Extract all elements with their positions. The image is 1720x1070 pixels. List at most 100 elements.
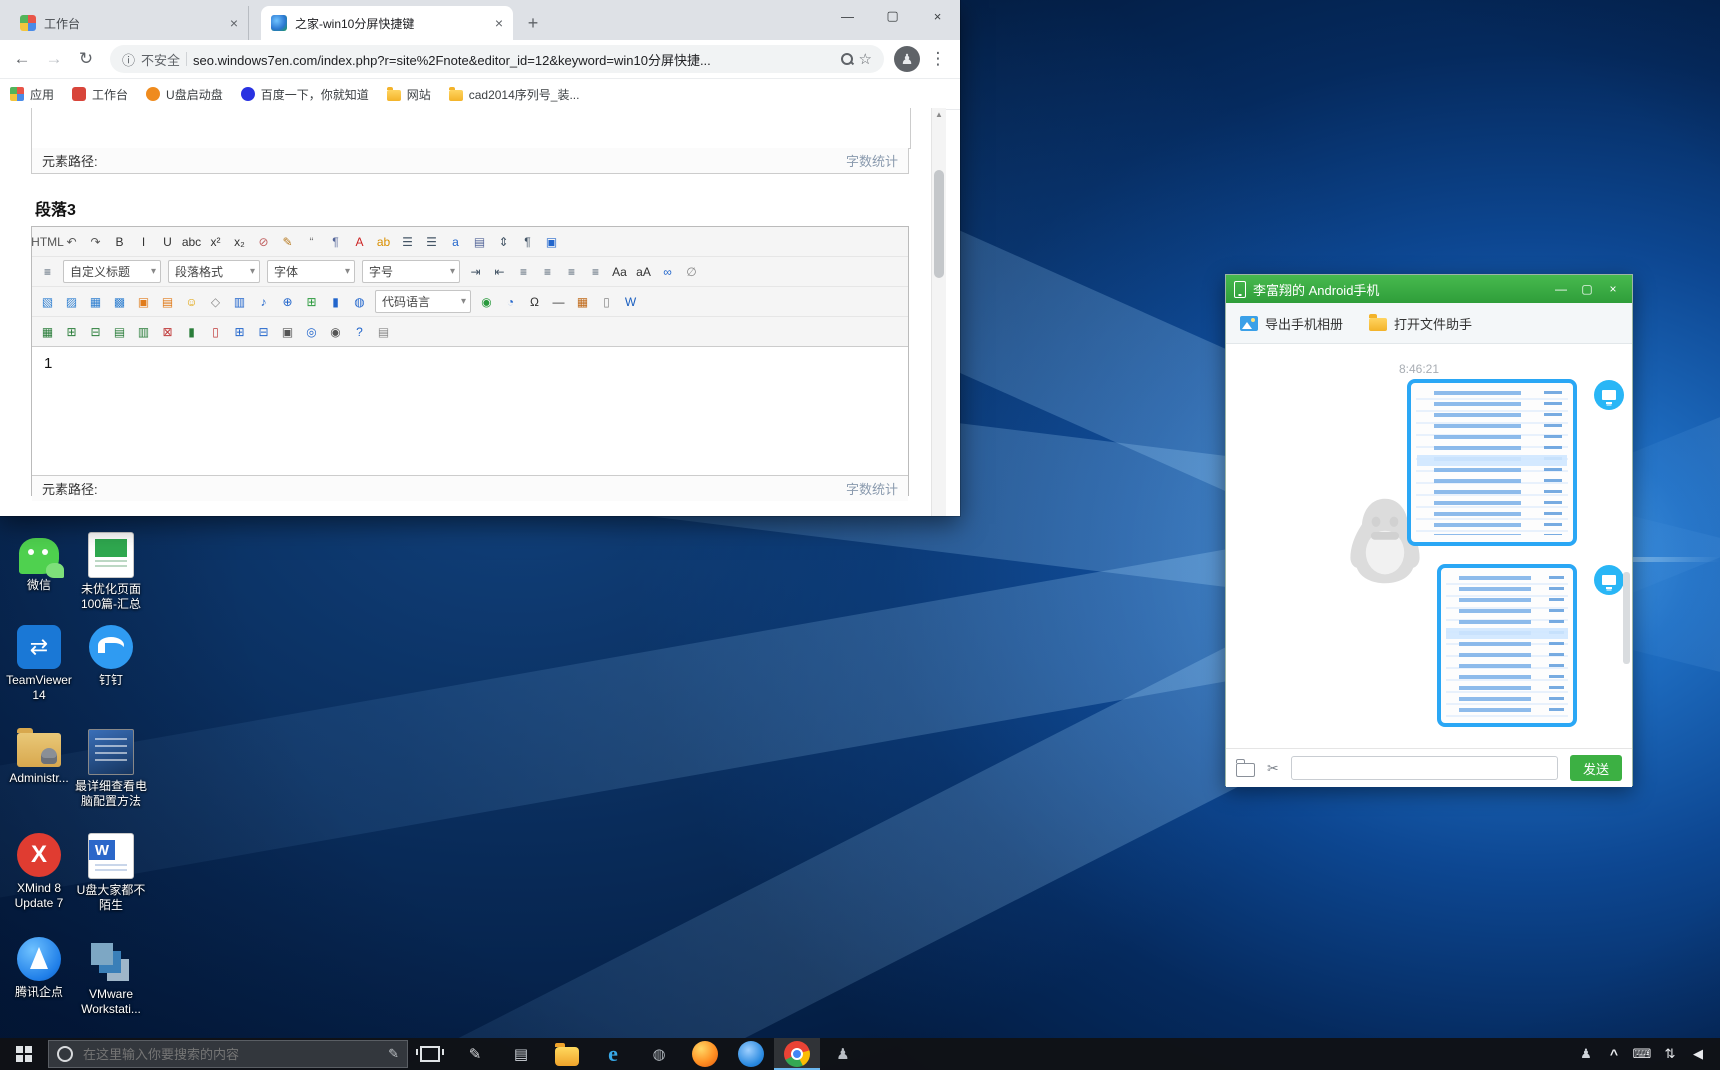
flash-icon[interactable]: ◇ [204, 291, 227, 313]
attachment-icon[interactable]: ⊕ [276, 291, 299, 313]
split-cells-icon[interactable]: ⊟ [252, 321, 275, 343]
insert-row-below-icon[interactable]: ▥ [132, 321, 155, 343]
italic-icon[interactable]: I [132, 231, 155, 253]
minimize-button[interactable]: — [1550, 279, 1572, 299]
new-tab-button[interactable]: + [519, 9, 547, 37]
task-view-button[interactable] [408, 1038, 452, 1070]
bookmark-workbench[interactable]: 工作台 [72, 86, 128, 103]
font-size-dropdown[interactable]: 字号 ▾ [362, 260, 460, 283]
view-on-screen-icon[interactable] [1594, 565, 1624, 595]
zoom-icon[interactable] [841, 53, 853, 65]
image-block-icon[interactable]: ▦ [84, 291, 107, 313]
qq-window-titlebar[interactable]: 李富翔的 Android手机 — ▢ × [1226, 275, 1632, 303]
taskbar-search-box[interactable]: ✎ [48, 1040, 408, 1068]
desktop-icon-usb-doc[interactable]: U盘大家都不 陌生 [74, 833, 148, 913]
image-left-icon[interactable]: ▧ [36, 291, 59, 313]
underline-icon[interactable]: U [156, 231, 179, 253]
special-char-icon[interactable]: Ω [523, 291, 546, 313]
chart-icon[interactable]: ▮ [324, 291, 347, 313]
code-language-dropdown[interactable]: 代码语言 ▾ [375, 290, 471, 313]
word-count-link[interactable]: 字数统计 [846, 151, 898, 170]
reload-button[interactable]: ↻ [72, 45, 100, 73]
emoticon-icon[interactable]: ☺ [180, 291, 203, 313]
custom-title-dropdown[interactable]: 自定义标题 ▾ [63, 260, 161, 283]
redo-icon[interactable]: ↷ [84, 231, 107, 253]
site-info-icon[interactable]: ⓘ [122, 50, 135, 69]
taskbar-edge-icon[interactable]: e [590, 1038, 636, 1070]
bookmark-website-folder[interactable]: 网站 [387, 86, 431, 103]
align-center-icon[interactable]: ≡ [536, 261, 559, 283]
subscript-icon[interactable]: x₂ [228, 231, 251, 253]
browser-menu-icon[interactable]: ⋮ [924, 45, 952, 73]
drop-cap-icon[interactable]: ¶ [324, 231, 347, 253]
maximize-button[interactable]: ▢ [1576, 279, 1598, 299]
strikethrough-icon[interactable]: abc [180, 231, 203, 253]
page-break-icon[interactable]: ▯ [595, 291, 618, 313]
send-file-icon[interactable] [1236, 763, 1255, 777]
maximize-button[interactable]: ▢ [870, 0, 915, 32]
paragraph-format-dropdown[interactable]: 段落格式 ▾ [168, 260, 260, 283]
desktop-icon-administrator-folder[interactable]: Administr... [2, 729, 76, 786]
chat-image-screenshot-1[interactable] [1407, 379, 1577, 546]
insert-table-icon[interactable]: ▦ [36, 321, 59, 343]
bold-icon[interactable]: B [108, 231, 131, 253]
lowercase-icon[interactable]: aA [632, 261, 655, 283]
minimize-button[interactable]: — [825, 0, 870, 32]
desktop-icon-xmind[interactable]: XMind 8 Update 7 [2, 833, 76, 911]
font-family-dropdown[interactable]: 字体 ▾ [267, 260, 355, 283]
insert-row-above-icon[interactable]: ▤ [108, 321, 131, 343]
chat-image-screenshot-2[interactable] [1437, 564, 1577, 727]
taskbar-qq-icon[interactable] [728, 1038, 774, 1070]
taskbar-firefox-icon[interactable] [682, 1038, 728, 1070]
insert-image-icon[interactable]: ▣ [132, 291, 155, 313]
tray-network-icon[interactable]: ⇅ [1658, 1042, 1682, 1066]
map-icon[interactable]: ⊞ [300, 291, 323, 313]
taskbar-chrome-icon[interactable] [774, 1038, 820, 1070]
page-scrollbar[interactable]: ▲ [931, 108, 946, 516]
desktop-icon-teamviewer[interactable]: TeamViewer 14 [2, 625, 76, 703]
fullscreen-icon[interactable]: ▣ [540, 231, 563, 253]
undo-icon[interactable]: ↶ [60, 231, 83, 253]
tab-workbench[interactable]: 工作台 × [10, 6, 249, 40]
find-replace-icon[interactable]: ◉ [324, 321, 347, 343]
chat-scrollbar-thumb[interactable] [1623, 572, 1630, 664]
tray-user-icon[interactable]: ♟ [1574, 1042, 1598, 1066]
close-button[interactable]: × [915, 0, 960, 32]
send-button[interactable]: 发送 [1570, 755, 1622, 781]
word-import-icon[interactable]: W [619, 291, 642, 313]
delete-col-icon[interactable]: ▯ [204, 321, 227, 343]
bookmark-usb-boot[interactable]: U盘启动盘 [146, 86, 223, 103]
template-icon[interactable]: ▤ [468, 231, 491, 253]
start-button[interactable] [0, 1038, 48, 1070]
insert-link-icon[interactable]: ∞ [656, 261, 679, 283]
print-icon[interactable]: ▣ [276, 321, 299, 343]
back-button[interactable]: ← [8, 45, 36, 73]
paragraph-icon[interactable]: ¶ [516, 231, 539, 253]
paste-plain-icon[interactable]: ▤ [372, 321, 395, 343]
table-props-icon[interactable]: ⊞ [60, 321, 83, 343]
font-color-icon[interactable]: A [348, 231, 371, 253]
merge-cells-icon[interactable]: ⊞ [228, 321, 251, 343]
image-inline-icon[interactable]: ▩ [108, 291, 131, 313]
taskbar-settings-icon[interactable]: ◍ [636, 1038, 682, 1070]
tray-chevron-up-icon[interactable]: ^ [1602, 1042, 1626, 1066]
uppercase-icon[interactable]: Aa [608, 261, 631, 283]
scroll-up-icon[interactable]: ▲ [932, 110, 946, 119]
cell-props-icon[interactable]: ⊟ [84, 321, 107, 343]
forward-button[interactable]: → [40, 45, 68, 73]
desktop-icon-dingtalk[interactable]: 钉钉 [74, 625, 148, 688]
outdent-icon[interactable]: ⇤ [488, 261, 511, 283]
calendar-icon[interactable]: ▦ [571, 291, 594, 313]
taskbar-ink-icon[interactable]: ✎ [452, 1038, 498, 1070]
editor-content-area[interactable]: 1 [32, 347, 908, 475]
bookmark-cad2014[interactable]: cad2014序列号_装... [449, 86, 580, 103]
unordered-list-icon[interactable]: ☰ [420, 231, 443, 253]
indent-icon[interactable]: ⇥ [464, 261, 487, 283]
desktop-icon-pc-config-doc[interactable]: 最详细查看电 脑配置方法 [74, 729, 148, 809]
preview-icon[interactable]: ◎ [300, 321, 323, 343]
book-icon[interactable]: ▥ [228, 291, 251, 313]
tab-close-icon[interactable]: × [495, 15, 503, 31]
tab-close-icon[interactable]: × [230, 15, 238, 31]
word-count-link[interactable]: 字数统计 [846, 479, 898, 498]
ordered-list-icon[interactable]: ☰ [396, 231, 419, 253]
